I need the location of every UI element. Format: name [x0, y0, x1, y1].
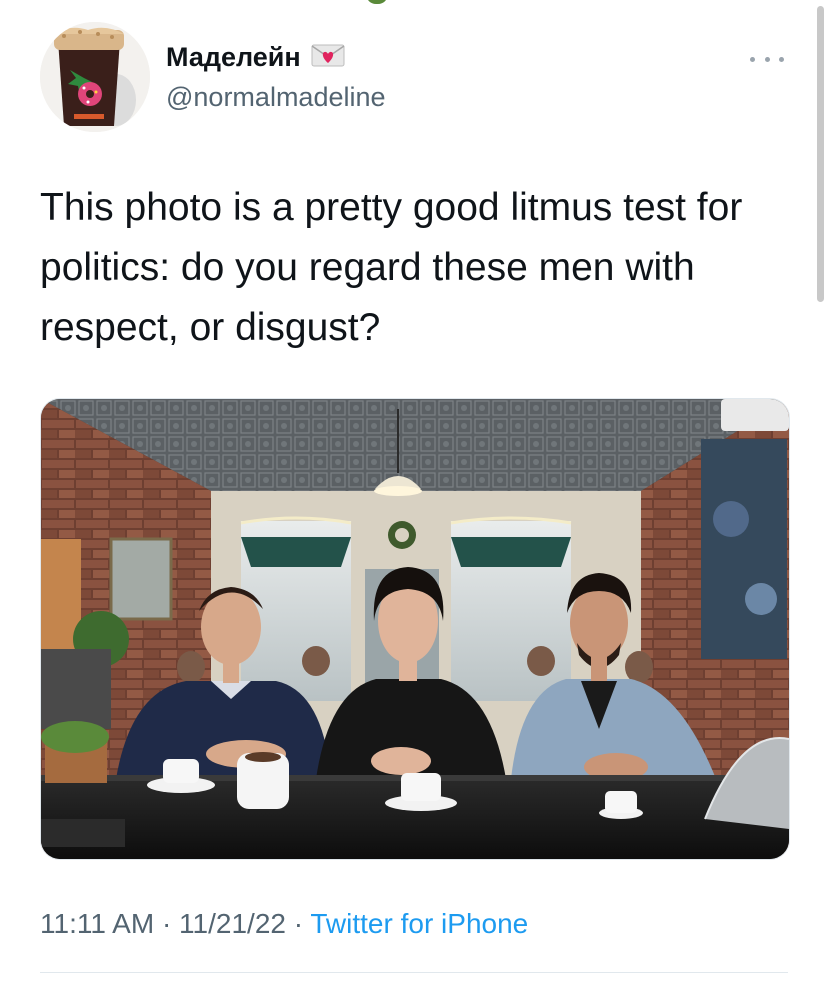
meta-separator: ·: [293, 908, 304, 939]
tweet-time[interactable]: 11:11 AM: [40, 908, 154, 939]
divider: [40, 972, 788, 973]
handle[interactable]: @normalmadeline: [166, 82, 386, 113]
avatar[interactable]: [40, 22, 150, 132]
tweet-detail: Маделейн @normalmadeline This photo is a…: [0, 0, 828, 994]
more-dots-icon: [750, 56, 755, 62]
meta-separator: ·: [161, 908, 172, 939]
tweet-header: Маделейн @normalmadeline: [40, 22, 788, 132]
scrollbar[interactable]: [817, 6, 824, 302]
more-dots-icon: [764, 56, 770, 62]
author-names[interactable]: Маделейн @normalmadeline: [166, 40, 386, 113]
tweet-text: This photo is a pretty good litmus test …: [40, 186, 743, 349]
more-dots-icon: [779, 56, 784, 62]
cropped-emoji-glyph: [366, 0, 388, 4]
more-options-button[interactable]: [750, 52, 784, 66]
display-name[interactable]: Маделейн: [166, 42, 301, 73]
tweet-meta: 11:11 AM · 11/21/22 · Twitter for iPhone: [40, 908, 528, 940]
tweet-date[interactable]: 11/21/22: [179, 908, 286, 939]
heart-envelope-icon: [311, 42, 345, 73]
iced-coffee-cup-avatar: [40, 22, 150, 132]
tweet-photo[interactable]: [40, 398, 790, 860]
tweet-source-link[interactable]: Twitter for iPhone: [310, 908, 528, 939]
cafe-photo: [41, 399, 789, 859]
